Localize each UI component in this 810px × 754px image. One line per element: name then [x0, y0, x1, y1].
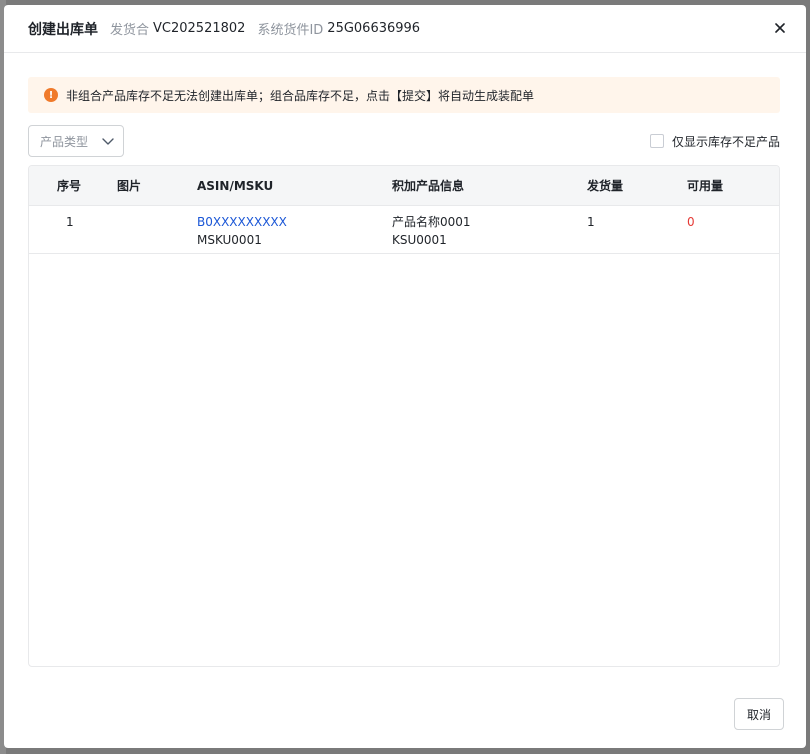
alert-text: 非组合产品库存不足无法创建出库单；组合品库存不足，点击【提交】将自动生成装配单	[66, 88, 535, 103]
column-header-image: 图片	[117, 179, 142, 193]
system-id-label: 系统货件ID	[257, 23, 324, 38]
column-header-available-qty: 可用量	[687, 179, 724, 193]
shipment-value: VC202521802	[153, 21, 246, 36]
product-name: 产品名称0001	[392, 215, 471, 229]
only-shortage-label: 仅显示库存不足产品	[671, 134, 780, 149]
column-header-ship-qty: 发货量	[587, 179, 624, 193]
available-qty-value: 0	[687, 215, 695, 229]
msku-value: MSKU0001	[197, 233, 262, 247]
exclamation-icon: !	[44, 88, 58, 102]
product-table: 序号 图片 ASIN/MSKU 积加产品信息 发货量 可用量 1 B0XXXXX…	[28, 165, 780, 667]
close-icon	[775, 23, 785, 33]
table-row: 1 B0XXXXXXXXX MSKU0001 产品名称0001 KSU0001 …	[29, 206, 779, 254]
modal-header: 创建出库单 发货合 VC202521802 系统货件ID 25G06636996	[4, 5, 806, 53]
column-header-product-info: 积加产品信息	[392, 179, 465, 193]
ship-qty-value: 1	[587, 215, 595, 229]
product-sku: KSU0001	[392, 233, 447, 247]
create-outbound-order-modal: 创建出库单 发货合 VC202521802 系统货件ID 25G06636996…	[4, 5, 806, 748]
product-type-placeholder: 产品类型	[40, 134, 89, 149]
asin-link[interactable]: B0XXXXXXXXX	[197, 213, 287, 231]
product-type-select[interactable]: 产品类型	[28, 125, 124, 157]
chevron-down-icon	[102, 138, 114, 145]
cancel-button[interactable]: 取消	[734, 698, 784, 730]
row-index: 1	[66, 215, 74, 229]
system-id-value: 25G06636996	[327, 21, 421, 36]
close-button[interactable]	[770, 18, 790, 38]
column-header-index: 序号	[57, 179, 82, 193]
stock-warning-alert: ! 非组合产品库存不足无法创建出库单；组合品库存不足，点击【提交】将自动生成装配…	[28, 77, 780, 113]
modal-title: 创建出库单	[28, 21, 98, 38]
column-header-asin-msku: ASIN/MSKU	[197, 179, 274, 193]
table-header: 序号 图片 ASIN/MSKU 积加产品信息 发货量 可用量	[29, 166, 779, 206]
shipment-label: 发货合	[110, 23, 150, 38]
only-shortage-checkbox[interactable]	[649, 134, 664, 148]
only-shortage-toggle[interactable]: 仅显示库存不足产品	[649, 133, 780, 149]
